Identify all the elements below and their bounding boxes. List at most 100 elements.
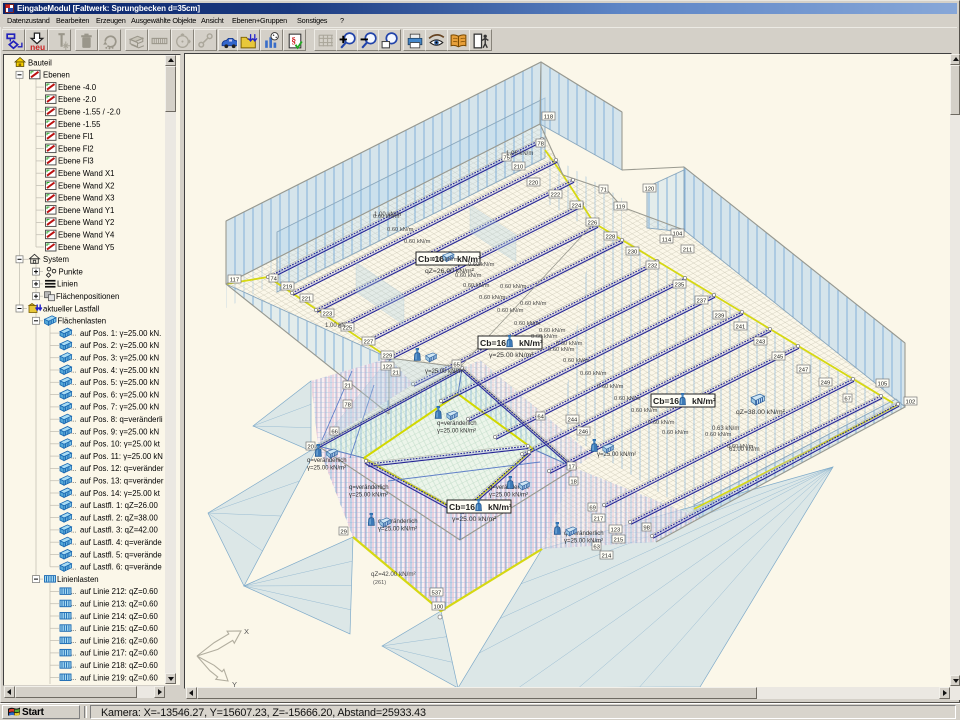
svg-text:...: ... (71, 368, 77, 375)
svg-text:0.60 kN/m: 0.60 kN/m (614, 396, 641, 402)
svg-text:Flächenpositionen: Flächenpositionen (56, 292, 119, 301)
svg-text:auf Pos. 4: γ=25.00 kN: auf Pos. 4: γ=25.00 kN (80, 366, 159, 375)
svg-text:0.60 kN/m: 0.60 kN/m (432, 257, 459, 263)
svg-text:Ebene Wand Y4: Ebene Wand Y4 (58, 231, 115, 240)
svg-text:0.60 kN/m: 0.60 kN/m (705, 432, 732, 438)
svg-text:228: 228 (605, 234, 616, 240)
svg-text:auf Linie 213: qZ=0.60: auf Linie 213: qZ=0.60 (80, 600, 158, 609)
svg-text:119: 119 (616, 204, 625, 210)
svg-text:0.60 kN/m: 0.60 kN/m (468, 262, 495, 268)
svg-text:kN/m²: kN/m² (692, 396, 716, 406)
svg-text:...: ... (71, 601, 77, 608)
svg-text:243: 243 (755, 339, 766, 345)
svg-text:q=veränderlich: q=veränderlich (307, 458, 347, 464)
svg-text:65: 65 (453, 362, 460, 368)
svg-text:qZ=38.00 kN/m²: qZ=38.00 kN/m² (736, 409, 786, 416)
svg-text:114: 114 (662, 237, 672, 243)
svg-text:20: 20 (307, 444, 314, 450)
svg-text:q=veränderlich: q=veränderlich (349, 485, 389, 491)
svg-text:246: 246 (578, 429, 589, 435)
svg-text:224: 224 (571, 203, 582, 209)
svg-text:...: ... (71, 417, 77, 424)
svg-text:Ebene Wand Y1: Ebene Wand Y1 (58, 206, 114, 215)
svg-text:System: System (43, 255, 69, 264)
svg-text:1.00 kN: 1.00 kN (325, 323, 346, 329)
svg-text:...: ... (71, 589, 77, 596)
svg-text:kN/m³: kN/m³ (488, 502, 512, 512)
svg-text:...: ... (71, 466, 77, 473)
svg-text:1.06 kN/m: 1.06 kN/m (506, 151, 533, 157)
svg-text:auf Linie 216: qZ=0.60: auf Linie 216: qZ=0.60 (80, 636, 158, 645)
svg-text:...: ... (71, 663, 77, 670)
svg-text:auf Linie 219: qZ=0.60: auf Linie 219: qZ=0.60 (80, 673, 158, 682)
svg-text:...: ... (71, 527, 77, 534)
svg-text:...: ... (71, 540, 77, 547)
svg-text:Ebene Wand Y2: Ebene Wand Y2 (58, 218, 114, 227)
svg-text:Cb=16: Cb=16 (653, 396, 679, 406)
svg-text:aktueller Lastfall: aktueller Lastfall (43, 304, 100, 313)
svg-text:0.60 kN/m: 0.60 kN/m (580, 371, 607, 377)
svg-text:γ=25.00 kN/m²: γ=25.00 kN/m² (378, 527, 417, 533)
svg-text:18: 18 (570, 479, 577, 485)
svg-text:210: 210 (513, 164, 524, 170)
svg-text:...: ... (71, 552, 77, 559)
svg-text:123: 123 (610, 527, 621, 533)
svg-text:...: ... (71, 614, 77, 621)
svg-text:219: 219 (282, 284, 292, 290)
svg-text:Ebene Fl3: Ebene Fl3 (58, 157, 94, 166)
svg-text:...: ... (71, 355, 77, 362)
svg-text:17: 17 (568, 464, 575, 470)
svg-text:0.60 kN/m: 0.60 kN/m (556, 341, 583, 347)
svg-text:237: 237 (696, 298, 706, 304)
svg-text:auf Pos. 2: γ=25.00 kN: auf Pos. 2: γ=25.00 kN (80, 341, 159, 350)
svg-text:232: 232 (647, 263, 657, 269)
svg-text:auf Pos. 6: γ=25.00 kN: auf Pos. 6: γ=25.00 kN (80, 390, 159, 399)
svg-text:...: ... (71, 392, 77, 399)
svg-text:auf Lastfl. 6: q=verände: auf Lastfl. 6: q=verände (80, 563, 162, 572)
svg-text:auf Pos. 10: γ=25.00 kt: auf Pos. 10: γ=25.00 kt (80, 440, 161, 449)
svg-text:247: 247 (798, 367, 808, 373)
svg-text:auf Pos. 8: q=veränderli: auf Pos. 8: q=veränderli (80, 415, 163, 424)
svg-text:...: ... (71, 454, 77, 461)
svg-text:74: 74 (270, 276, 277, 282)
svg-text:...: ... (71, 491, 77, 498)
svg-text:...: ... (71, 564, 77, 571)
svg-text:Flächenlasten: Flächenlasten (58, 317, 107, 326)
svg-text:71: 71 (600, 187, 607, 193)
svg-text:q=veränderlich: q=veränderlich (437, 421, 477, 427)
svg-text:78: 78 (344, 402, 351, 408)
svg-text:...: ... (71, 650, 77, 657)
svg-text:227: 227 (363, 339, 373, 345)
svg-text:66: 66 (331, 429, 338, 435)
svg-text:239: 239 (714, 313, 724, 319)
svg-text:Bauteil: Bauteil (28, 58, 52, 67)
svg-text:X: X (244, 627, 249, 636)
svg-text:γ=25.00 kN/m²: γ=25.00 kN/m² (489, 352, 534, 359)
svg-text:244: 244 (567, 417, 578, 423)
svg-text:21: 21 (392, 370, 399, 376)
svg-text:220: 220 (528, 180, 539, 186)
svg-text:0.60 kN/m: 0.60 kN/m (514, 321, 541, 327)
svg-text:Ebene Fl2: Ebene Fl2 (58, 144, 94, 153)
svg-text:63: 63 (593, 544, 600, 550)
svg-text:auf Lastfl. 2: qZ=38.00: auf Lastfl. 2: qZ=38.00 (80, 513, 158, 522)
svg-text:Cb=16: Cb=16 (449, 502, 475, 512)
svg-text:0.60 kN/m: 0.60 kN/m (500, 284, 527, 290)
svg-text:215: 215 (613, 537, 624, 543)
svg-text:...: ... (71, 626, 77, 633)
svg-text:0.60 kN/m: 0.60 kN/m (548, 347, 575, 353)
svg-text:29: 29 (340, 529, 347, 535)
svg-text:100: 100 (433, 604, 444, 610)
svg-text:γ=25.00 kN/m²: γ=25.00 kN/m² (597, 452, 636, 458)
svg-text:0.63 kN/m: 0.63 kN/m (712, 426, 739, 432)
svg-text:auf Pos. 14: γ=25.00 kt: auf Pos. 14: γ=25.00 kt (80, 489, 161, 498)
svg-text:0.60 kN/m: 0.60 kN/m (455, 273, 482, 279)
svg-text:...: ... (71, 404, 77, 411)
svg-text:auf Lastfl. 3: qZ=42.00: auf Lastfl. 3: qZ=42.00 (80, 526, 158, 535)
svg-text:Ebene Wand X1: Ebene Wand X1 (58, 169, 115, 178)
svg-text:0.60 kN/m: 0.60 kN/m (563, 358, 590, 364)
svg-text:235: 235 (674, 282, 685, 288)
svg-text:21: 21 (344, 383, 351, 389)
svg-text:Y: Y (232, 680, 237, 687)
svg-text:0.60 kN/m: 0.60 kN/m (648, 420, 675, 426)
